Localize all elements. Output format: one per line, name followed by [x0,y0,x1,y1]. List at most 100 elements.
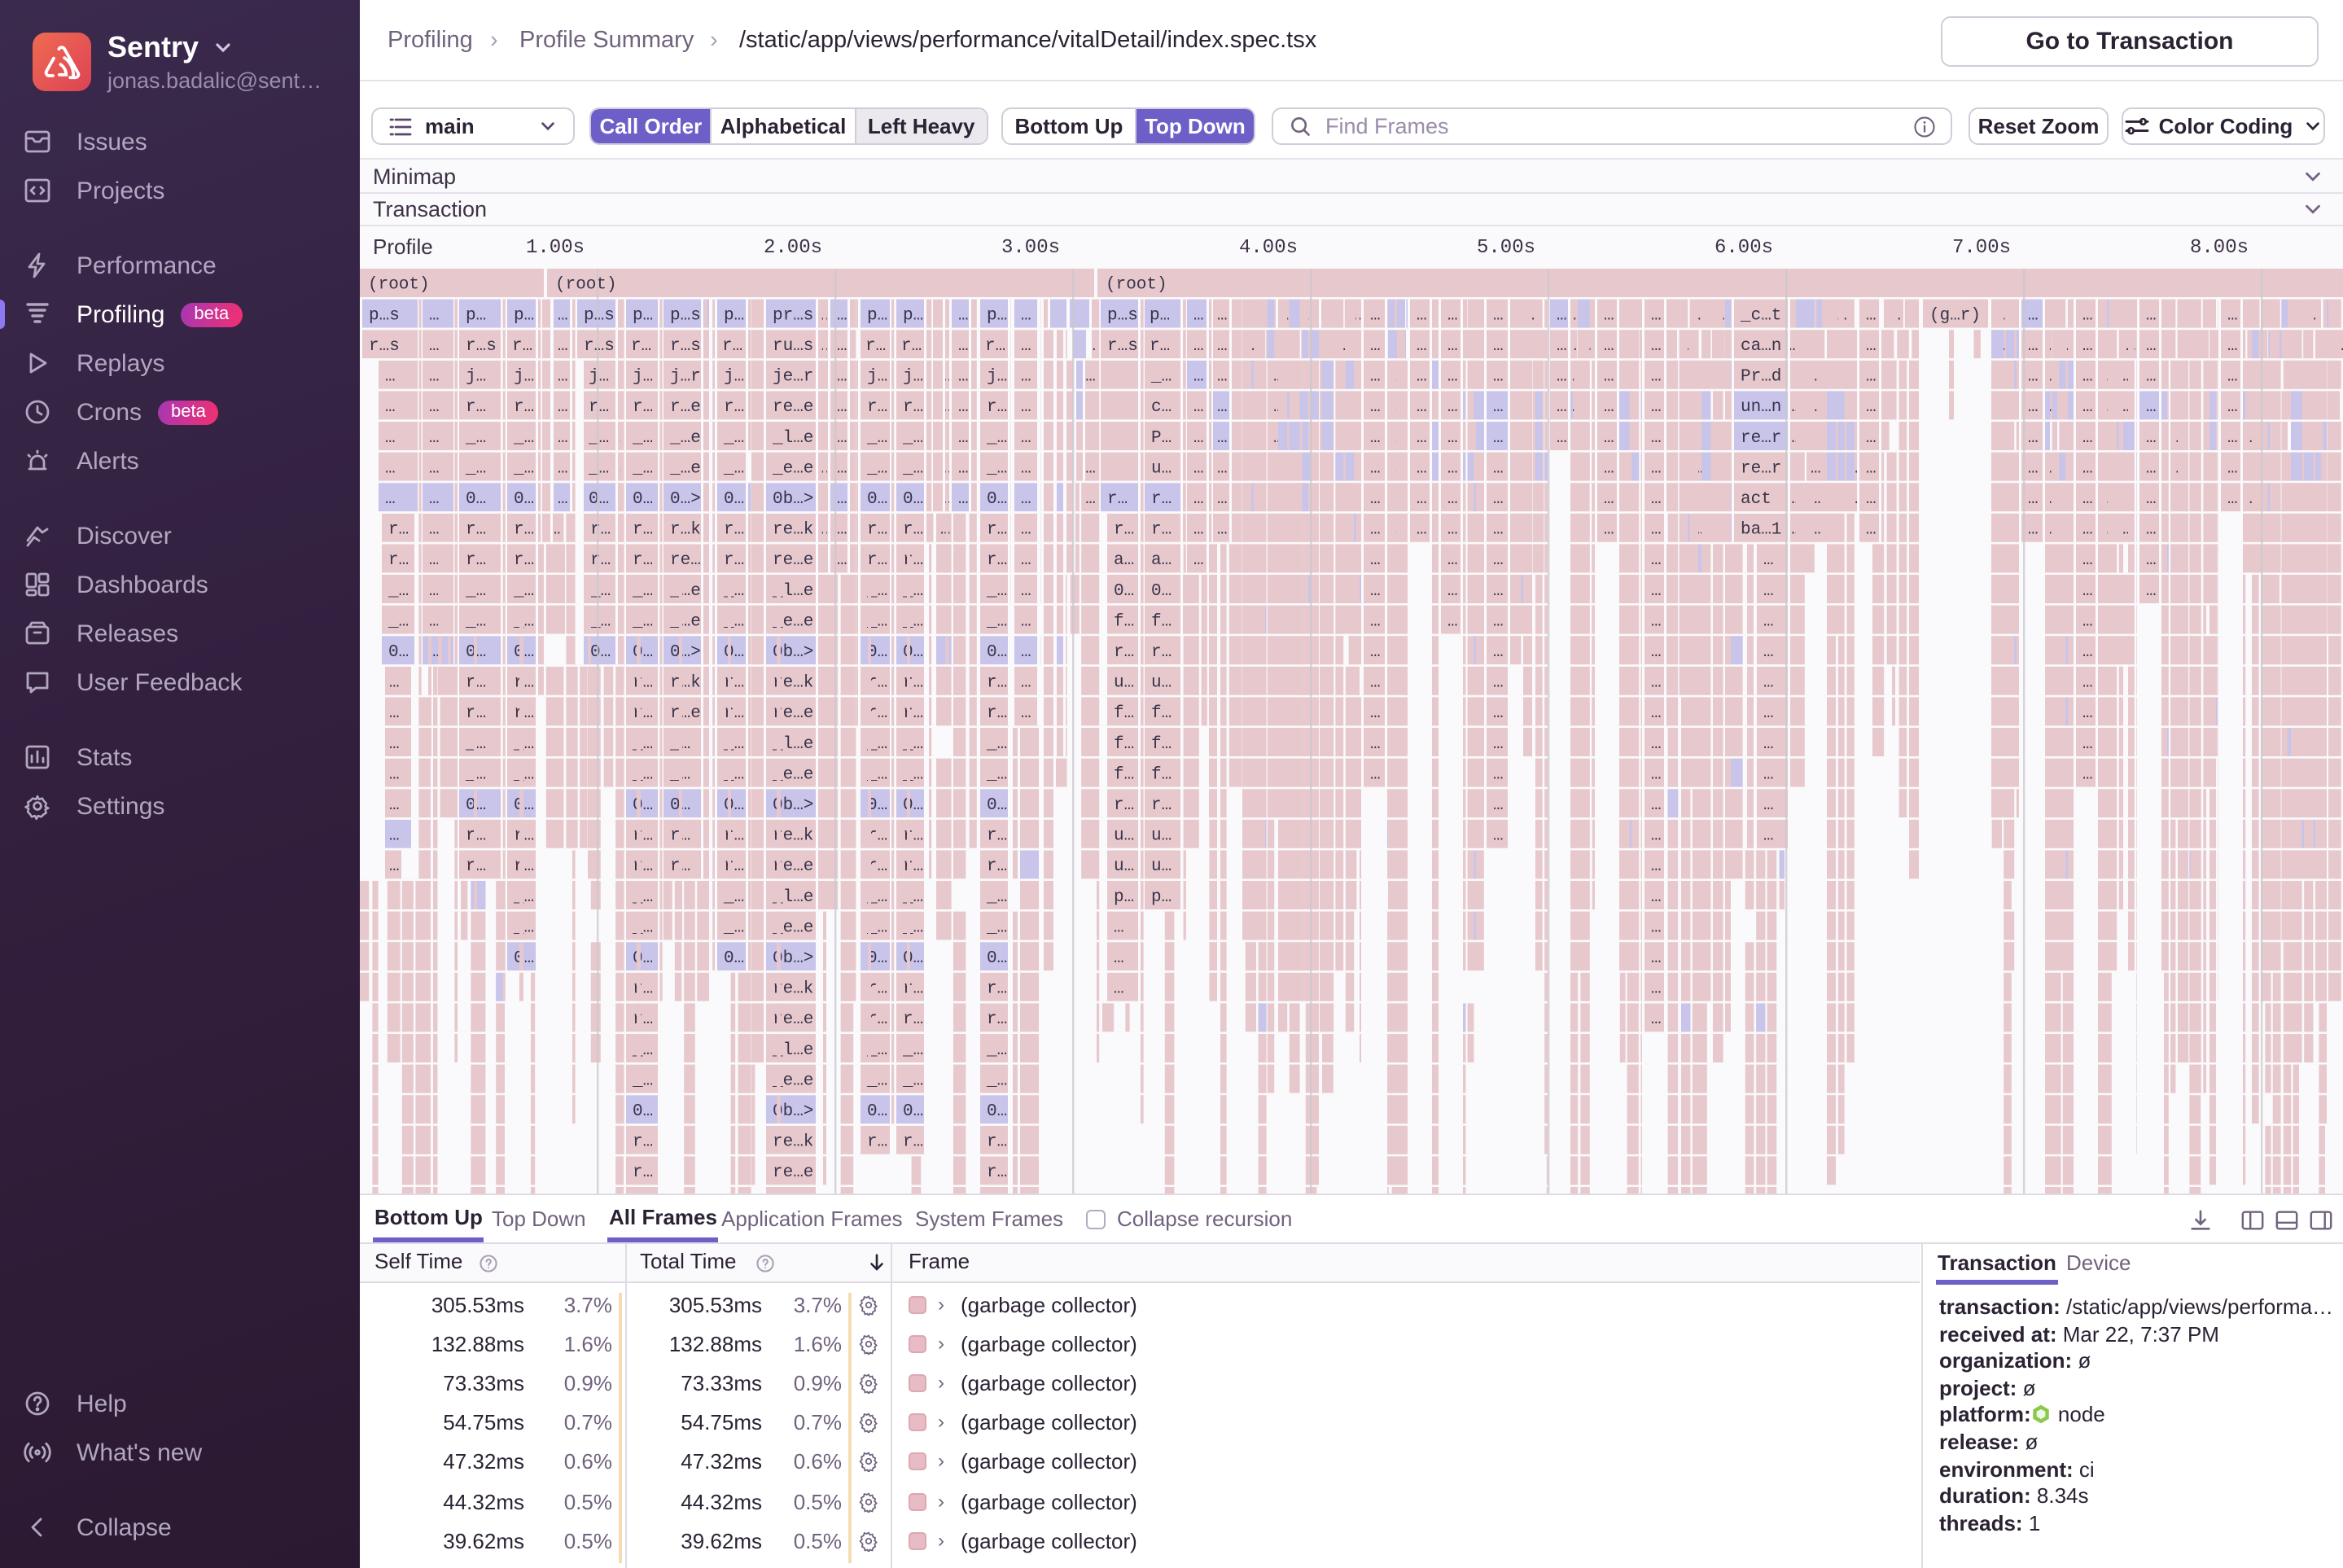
svg-text:…: … [389,674,400,693]
svg-text:r…: r… [388,551,409,570]
svg-text:r…: r… [1151,490,1172,509]
svg-text:0…: 0… [633,490,653,509]
svg-text:…: … [1193,398,1204,417]
svg-text:_…: _… [723,582,744,601]
svg-text:0…: 0… [724,643,744,662]
svg-text:_…: _… [632,1071,653,1090]
svg-text:…: … [2082,551,2093,570]
svg-text:…: … [958,337,969,356]
svg-text:…: … [1370,521,1381,540]
svg-text:…: … [1447,429,1458,448]
svg-text:r…s: r…s [369,337,400,356]
svg-text:…: … [1651,674,1662,693]
svg-text:…: … [389,704,400,723]
svg-text:p…: p… [987,306,1007,325]
svg-text:…: … [1370,306,1381,325]
svg-text:…: … [1493,459,1504,478]
svg-text:r…: r… [633,1010,653,1029]
svg-text:_…: _… [723,888,744,907]
svg-text:re…k: re…k [773,521,813,540]
svg-text:r…: r… [633,521,653,540]
svg-text:…: … [1370,459,1381,478]
svg-text:…: … [1557,306,1567,325]
svg-text:_…: _… [902,1041,923,1060]
svg-text:r…s: r…s [1107,337,1138,356]
svg-text:r…e: r…e [670,704,701,723]
svg-text:f…: f… [1151,704,1172,723]
svg-text:…: … [1493,337,1504,356]
svg-text:_…: _… [986,1041,1007,1060]
svg-text:…: … [1217,368,1228,387]
svg-text:r…: r… [903,827,923,846]
svg-text:r…: r… [1107,490,1128,509]
svg-text:…: … [2082,765,2093,784]
svg-text:r…: r… [722,337,742,356]
svg-text:…: … [837,368,847,387]
svg-text:0b…>: 0b…> [773,490,813,509]
svg-text:…: … [429,551,440,570]
svg-text:re…r: re…r [1741,459,1781,478]
svg-text:…: … [1651,1010,1662,1029]
svg-text:_…: _… [902,735,923,754]
svg-text:_…: _… [986,888,1007,907]
svg-text:r…: r… [633,551,653,570]
svg-text:_c…t: _c…t [1740,306,1781,325]
svg-text:…: … [2082,735,2093,754]
svg-text:…: … [1604,306,1614,325]
svg-text:_…e: _…e [669,582,701,601]
svg-text:_…: _… [902,582,923,601]
svg-text:…: … [2146,582,2157,601]
svg-text:p…s: p…s [1107,306,1138,325]
svg-text:p…: p… [466,306,486,325]
svg-text:_…: _… [866,429,887,448]
svg-text:r…: r… [724,674,744,693]
svg-text:…: … [2082,368,2093,387]
svg-text:0…: 0… [903,1102,923,1121]
svg-text:p…: p… [903,306,923,325]
svg-text:r…: r… [903,980,923,999]
svg-text:p…: p… [867,306,887,325]
svg-text:r…: r… [1114,796,1134,815]
svg-text:…: … [2146,551,2157,570]
svg-text:r…: r… [1114,643,1134,662]
svg-text:…: … [837,551,847,570]
svg-text:_…: _… [589,582,611,601]
svg-text:_…: _… [589,612,611,631]
svg-text:…: … [389,735,400,754]
svg-text:…: … [1557,368,1567,387]
svg-text:p…: p… [514,306,534,325]
svg-text:…: … [1493,827,1504,846]
svg-text:…: … [2082,582,2093,601]
svg-text:_…: _… [902,888,923,907]
svg-text:…: … [2082,612,2093,631]
svg-text:…: … [1811,459,1821,478]
svg-text:0…: 0… [388,643,409,662]
svg-text:_…: _… [986,429,1007,448]
svg-text:(root): (root) [1106,275,1167,294]
svg-text:_…: _… [902,1071,923,1090]
svg-text:…: … [1085,490,1096,509]
svg-text:…: … [1557,337,1567,356]
svg-text:0…: 0… [987,643,1007,662]
svg-text:_…: _… [465,582,486,601]
svg-text:_…: _… [723,765,744,784]
svg-text:…: … [2082,490,2093,509]
svg-text:…: … [389,765,400,784]
svg-text:…: … [2227,490,2238,509]
svg-text:…: … [385,398,396,417]
svg-text:…: … [1651,337,1662,356]
svg-text:…: … [1604,490,1614,509]
svg-text:_…: _… [986,582,1007,601]
svg-text:0…: 0… [514,949,534,968]
svg-text:…: … [1370,612,1381,631]
svg-text:r…: r… [903,551,923,570]
svg-text:_…: _… [723,918,744,937]
svg-text:…: … [1866,429,1877,448]
svg-text:…: … [1651,521,1662,540]
svg-text:…: … [1763,827,1774,846]
svg-text:r…: r… [1151,643,1172,662]
svg-text:r…: r… [865,337,886,356]
svg-text:…: … [429,306,440,325]
svg-text:_…: _… [632,582,653,601]
svg-text:_…: _… [986,765,1007,784]
